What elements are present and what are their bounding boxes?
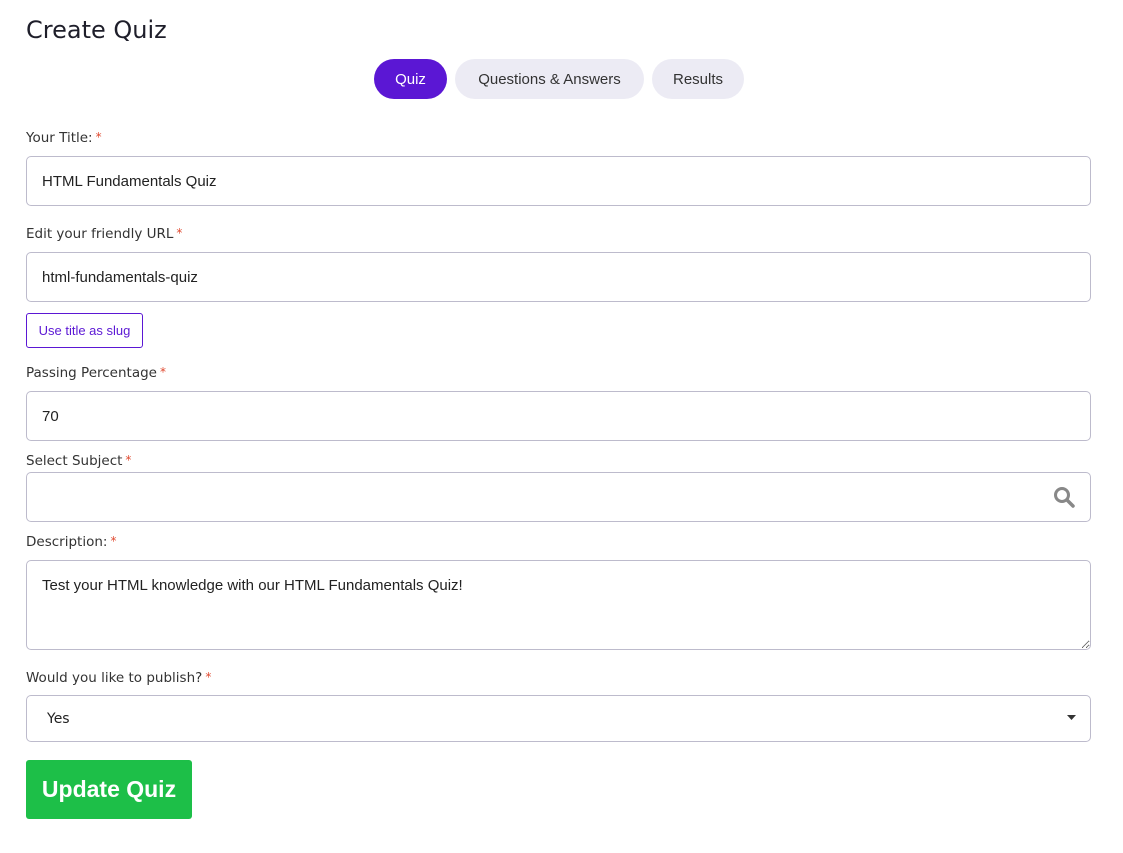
publish-select[interactable]: Yes (26, 695, 1091, 742)
publish-label: Would you like to publish? * (26, 670, 212, 686)
tab-questions-answers[interactable]: Questions & Answers (455, 59, 644, 99)
page-title: Create Quiz (26, 16, 167, 44)
description-textarea[interactable]: Test your HTML knowledge with our HTML F… (26, 560, 1091, 650)
friendly-url-input[interactable] (26, 252, 1091, 302)
passing-percentage-label: Passing Percentage * (26, 365, 166, 381)
tab-results[interactable]: Results (652, 59, 744, 99)
publish-selected-value: Yes (47, 710, 70, 727)
url-label: Edit your friendly URL * (26, 226, 183, 242)
subject-label: Select Subject * (26, 453, 132, 469)
subject-search-input[interactable] (26, 472, 1091, 522)
tab-quiz[interactable]: Quiz (374, 59, 447, 99)
passing-percentage-input[interactable] (26, 391, 1091, 441)
search-icon[interactable] (1053, 486, 1075, 508)
title-label: Your Title: * (26, 130, 102, 146)
title-input[interactable] (26, 156, 1091, 206)
update-quiz-button[interactable]: Update Quiz (26, 760, 192, 819)
use-title-as-slug-button[interactable]: Use title as slug (26, 313, 143, 348)
caret-down-icon (1067, 715, 1076, 720)
description-label: Description: * (26, 534, 117, 550)
